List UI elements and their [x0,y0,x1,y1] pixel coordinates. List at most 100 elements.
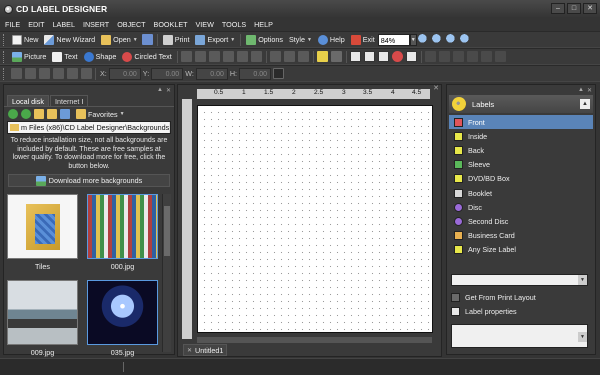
label-item-second-disc[interactable]: Second Disc [449,214,593,228]
label-item-sleeve[interactable]: Sleeve [449,158,593,172]
label-back-icon[interactable] [364,51,376,62]
close-icon[interactable]: ✕ [166,87,171,94]
minimize-button[interactable]: – [551,3,565,14]
label-item-business-card[interactable]: Business Card [449,229,593,243]
menu-view[interactable]: VIEW [196,20,214,29]
insert-shape-button[interactable]: Shape [81,50,120,64]
forward-icon[interactable] [21,109,31,119]
label-booklet-icon[interactable] [378,51,390,62]
crop-icon[interactable] [331,51,343,62]
width-field[interactable]: 0.00 [195,67,228,80]
send-back-icon[interactable] [495,51,507,62]
zoom-actual-icon[interactable] [460,34,472,45]
zoom-input[interactable]: 84% [377,33,410,46]
zoom-fit-icon[interactable] [446,34,458,45]
align-center-icon[interactable] [24,68,36,79]
pin-icon[interactable]: ▲ [578,87,584,93]
chevron-down-icon[interactable]: ▼ [578,275,587,285]
options-button[interactable]: Options [243,33,286,47]
label-disc-icon[interactable] [392,51,404,62]
menu-edit[interactable]: EDIT [28,20,44,29]
tab-internet[interactable]: Internet I [49,95,89,106]
label-item-front[interactable]: Front [449,115,593,130]
insert-picture-button[interactable]: Picture [9,50,49,64]
label-properties-link[interactable]: Label properties [451,307,517,316]
help-button[interactable]: Help [315,33,348,47]
thumbnail-item[interactable]: 000.jpg [87,194,158,271]
lock-icon[interactable] [298,51,310,62]
save-icon[interactable] [142,34,154,45]
view-mode-icon[interactable] [60,109,70,119]
download-more-button[interactable]: Download more backgrounds [8,174,170,188]
canvas-scrollbar[interactable] [197,337,432,343]
new-wizard-button[interactable]: New Wizard [41,33,98,47]
label-case-icon[interactable] [406,51,418,62]
zoom-in-icon[interactable] [418,34,430,45]
thumbnail-item[interactable]: 035.jpg [87,280,158,357]
close-icon[interactable]: ✕ [433,85,439,93]
print-button[interactable]: Print [160,33,193,47]
close-button[interactable]: ✕ [583,3,597,14]
undo-icon[interactable] [237,51,249,62]
lock-ratio-icon[interactable] [272,68,284,79]
align-bottom-icon[interactable] [80,68,92,79]
path-combobox[interactable]: m Files (x86)\CD Label Designer\Backgrou… [7,121,171,134]
flip-horizontal-icon[interactable] [453,51,465,62]
cut-icon[interactable] [181,51,193,62]
style-button[interactable]: Style ▼ [286,33,315,47]
y-field[interactable]: 0.00 [151,67,184,80]
close-icon[interactable]: ✕ [587,87,592,94]
label-front-icon[interactable] [350,51,362,62]
thumbnail-item[interactable]: Tiles [7,194,78,271]
align-middle-icon[interactable] [66,68,78,79]
document-tab[interactable]: ✕ Untitled1 [183,344,228,356]
exit-button[interactable]: Exit [348,33,378,47]
label-combobox[interactable]: ▼ [451,274,588,286]
group-icon[interactable] [270,51,282,62]
thumbnail-scrollbar[interactable] [162,194,171,352]
open-button[interactable]: Open ▼ [98,33,141,47]
label-properties-box[interactable]: ▼ [451,324,588,348]
menu-file[interactable]: FILE [5,20,20,29]
menu-help[interactable]: HELP [254,20,273,29]
menu-tools[interactable]: TOOLS [222,20,246,29]
insert-text-button[interactable]: Text [49,50,80,64]
label-item-back[interactable]: Back [449,143,593,157]
chevron-down-icon[interactable]: ▼ [169,122,170,133]
menu-label[interactable]: LABEL [53,20,75,29]
get-from-print-layout-link[interactable]: Get From Print Layout [451,293,536,302]
scrollbar-thumb[interactable] [164,206,170,256]
label-item-any-size-label[interactable]: Any Size Label [449,243,593,257]
chevron-down-icon[interactable]: ▼ [409,33,417,46]
delete-icon[interactable] [223,51,235,62]
refresh-folder-icon[interactable] [47,109,57,119]
insert-circled-text-button[interactable]: Circled Text [119,50,174,64]
label-item-disc[interactable]: Disc [449,200,593,214]
align-right-icon[interactable] [38,68,50,79]
flip-vertical-icon[interactable] [467,51,479,62]
rotate-right-icon[interactable] [439,51,451,62]
menu-object[interactable]: OBJECT [117,20,145,29]
label-canvas[interactable] [197,105,433,333]
bring-front-icon[interactable] [481,51,493,62]
maximize-button[interactable]: □ [567,3,581,14]
height-field[interactable]: 0.00 [239,67,272,80]
rotate-left-icon[interactable] [425,51,437,62]
menu-booklet[interactable]: BOOKLET [154,20,188,29]
tab-local-disk[interactable]: Local disk [7,95,49,106]
paste-icon[interactable] [209,51,221,62]
align-left-icon[interactable] [10,68,22,79]
thumbnail-item[interactable]: 009.jpg [7,280,78,357]
collapse-icon[interactable]: ▲ [580,99,590,109]
copy-icon[interactable] [195,51,207,62]
zoom-out-icon[interactable] [432,34,444,45]
chevron-down-icon[interactable]: ▼ [578,332,587,342]
label-item-inside[interactable]: Inside [449,129,593,143]
back-icon[interactable] [8,109,18,119]
pin-icon[interactable]: ▲ [157,87,163,93]
export-button[interactable]: Export ▼ [192,33,238,47]
label-item-dvd-bd-box[interactable]: DVD/BD Box [449,172,593,186]
label-item-booklet[interactable]: Booklet [449,186,593,200]
x-field[interactable]: 0.00 [108,67,141,80]
ungroup-icon[interactable] [284,51,296,62]
